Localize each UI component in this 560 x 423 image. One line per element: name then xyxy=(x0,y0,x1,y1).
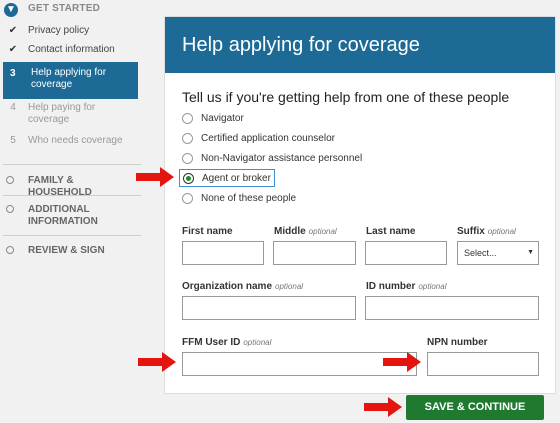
sidebar-item-label: Contact information xyxy=(28,44,115,55)
radio-label: None of these people xyxy=(201,192,297,204)
circle-icon xyxy=(6,205,14,213)
npn-number-label: NPN number xyxy=(427,337,488,348)
sidebar-item-label: Who needs coverage xyxy=(28,135,123,146)
radio-none[interactable]: None of these people xyxy=(182,190,296,206)
main-panel: Help applying for coverage Tell us if yo… xyxy=(164,16,556,394)
sidebar-section-label: GET STARTED xyxy=(28,3,101,14)
arrow-right-icon xyxy=(364,397,402,417)
page-title: Help applying for coverage xyxy=(182,34,420,56)
npn-number-input[interactable] xyxy=(427,352,539,376)
sidebar-item-label: Privacy policy xyxy=(28,25,90,36)
id-number-label: ID number optional xyxy=(366,281,447,292)
radio-label: Agent or broker xyxy=(202,172,271,184)
radio-certified-counselor[interactable]: Certified application counselor xyxy=(182,130,335,146)
radio-navigator[interactable]: Navigator xyxy=(182,110,244,126)
radio-label: Non-Navigator assistance personnel xyxy=(201,152,363,164)
radio-agent-broker[interactable]: Agent or broker xyxy=(179,169,275,187)
last-name-label: Last name xyxy=(366,226,416,237)
sidebar-section-label: ADDITIONAL INFORMATION xyxy=(28,204,98,227)
sidebar-item-label: Help paying for coverage xyxy=(28,102,96,125)
panel-header: Help applying for coverage xyxy=(165,17,555,73)
sidebar-item-help-applying[interactable]: 3 Help applying for coverage xyxy=(3,62,138,99)
arrow-right-icon xyxy=(138,352,176,372)
radio-icon xyxy=(182,192,193,204)
ffm-user-id-input[interactable] xyxy=(182,352,417,376)
check-icon: ✔ xyxy=(8,25,18,36)
divider xyxy=(3,235,141,236)
sidebar-section-label: REVIEW & SIGN xyxy=(28,245,105,256)
organization-label: Organization name optional xyxy=(182,281,304,292)
middle-name-input[interactable] xyxy=(273,241,356,265)
sidebar: ▼ GET STARTED ✔ Privacy policy ✔ Contact… xyxy=(0,0,141,423)
radio-non-navigator[interactable]: Non-Navigator assistance personnel xyxy=(182,150,362,166)
save-continue-button[interactable]: SAVE & CONTINUE xyxy=(406,395,544,420)
sidebar-section-get-started[interactable]: ▼ GET STARTED xyxy=(0,0,141,20)
middle-name-label: Middle optional xyxy=(274,226,337,237)
first-name-label: First name xyxy=(182,226,233,237)
divider xyxy=(3,195,141,196)
chevron-down-icon: ▼ xyxy=(527,249,534,256)
circle-icon xyxy=(6,176,14,184)
radio-icon xyxy=(182,152,193,164)
chevron-down-icon: ▼ xyxy=(4,3,18,17)
first-name-input[interactable] xyxy=(182,241,264,265)
suffix-label: Suffix optional xyxy=(457,226,516,237)
radio-checked-icon xyxy=(183,172,194,184)
radio-icon xyxy=(182,112,193,124)
radio-label: Certified application counselor xyxy=(201,132,335,144)
radio-label: Navigator xyxy=(201,112,244,124)
organization-input[interactable] xyxy=(182,296,356,320)
step-number: 3 xyxy=(10,68,16,79)
step-number: 4 xyxy=(10,102,16,113)
radio-icon xyxy=(182,132,193,144)
last-name-input[interactable] xyxy=(365,241,447,265)
arrow-right-icon xyxy=(136,167,174,187)
suffix-selected-value: Select... xyxy=(464,248,497,258)
ffm-user-id-label: FFM User ID optional xyxy=(182,337,272,348)
check-icon: ✔ xyxy=(8,44,18,55)
step-number: 5 xyxy=(10,135,16,146)
sidebar-item-label: Help applying for coverage xyxy=(31,67,107,90)
question-heading: Tell us if you're getting help from one … xyxy=(182,89,510,105)
arrow-right-icon xyxy=(383,352,421,372)
circle-icon xyxy=(6,246,14,254)
divider xyxy=(3,164,141,165)
suffix-select[interactable]: Select... ▼ xyxy=(457,241,539,265)
id-number-input[interactable] xyxy=(365,296,539,320)
